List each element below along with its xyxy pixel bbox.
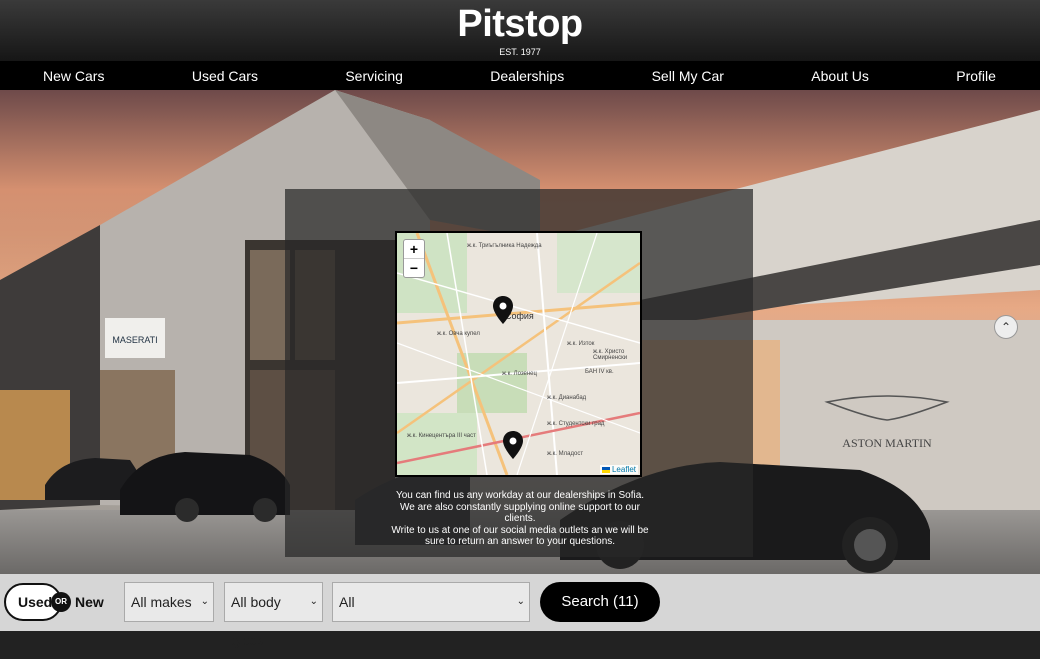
nav-sell-my-car[interactable]: Sell My Car: [652, 68, 724, 84]
makes-select-value: All makes: [131, 594, 192, 610]
aston-martin-sign: ASTON MARTIN: [842, 436, 932, 450]
search-button[interactable]: Search (11): [540, 582, 660, 622]
ukraine-flag-icon: [601, 466, 610, 473]
body-types-select-value: All body types: [231, 594, 281, 648]
map-marker-icon[interactable]: [493, 296, 513, 324]
nav-profile[interactable]: Profile: [956, 68, 996, 84]
info-line: Write to us at one of our social media o…: [391, 524, 649, 548]
zoom-in-button[interactable]: +: [404, 240, 424, 258]
map-district-label: ж.к. Младост: [547, 451, 584, 457]
established-tagline: EST. 1977: [499, 47, 541, 57]
attribution-text[interactable]: Leaflet: [612, 465, 636, 474]
map-district-label: ж.к. Триъгълника Надежда: [467, 243, 542, 249]
nav-servicing[interactable]: Servicing: [345, 68, 403, 84]
main-nav: New Cars Used Cars Servicing Dealerships…: [0, 61, 1040, 90]
chevron-down-icon: ⌄: [516, 596, 525, 607]
map-district-label: ж.к. Изток: [567, 341, 595, 347]
map-attribution-link[interactable]: Leaflet: [599, 465, 638, 474]
zoom-out-button[interactable]: −: [404, 258, 424, 277]
site-logo[interactable]: Pitstop: [0, 0, 1040, 46]
chevron-down-icon: ⌄: [309, 596, 318, 607]
car-search-bar: Used OR New All makes ⌄ All body types ⌄…: [0, 574, 1040, 648]
double-chevron-up-icon: ⌃: [1000, 320, 1012, 334]
models-select[interactable]: All ⌄: [332, 582, 530, 622]
map-district-label: ж.к. Христо Смирненски: [593, 349, 628, 361]
map-district-label: БАН IV кв.: [585, 369, 614, 375]
site-header: Pitstop EST. 1977: [0, 0, 1040, 61]
map-district-label: ж.к. Лозенец: [502, 371, 537, 377]
chevron-down-icon: ⌄: [200, 596, 209, 607]
models-select-value: All: [339, 594, 355, 610]
nav-about-us[interactable]: About Us: [811, 68, 869, 84]
nav-used-cars[interactable]: Used Cars: [192, 68, 258, 84]
info-line: We are also constantly supplying online …: [400, 501, 640, 525]
nav-new-cars[interactable]: New Cars: [43, 68, 104, 84]
map-zoom-controls: + −: [403, 239, 425, 278]
map-district-label: ж.к. Овча купел: [437, 331, 480, 337]
scroll-to-top-button[interactable]: ⌃: [994, 315, 1018, 339]
makes-select[interactable]: All makes ⌄: [124, 582, 214, 622]
body-types-select[interactable]: All body types ⌄: [224, 582, 323, 648]
map-marker-icon[interactable]: [503, 431, 523, 459]
toggle-new-label[interactable]: New: [75, 594, 104, 610]
maserati-sign: MASERATI: [112, 335, 157, 345]
map-district-label: ж.к. Студентски град: [547, 421, 605, 427]
toggle-used-label[interactable]: Used: [18, 594, 52, 610]
nav-dealerships[interactable]: Dealerships: [490, 68, 564, 84]
map-district-label: ж.к. Кинецентъра III част: [407, 433, 476, 439]
dealership-map[interactable]: + − София ж.к. Триъгълника Надежда ж.к. …: [395, 231, 642, 477]
toggle-or-badge: OR: [51, 592, 71, 612]
map-district-label: ж.к. Дианабад: [547, 395, 587, 401]
contact-info-text: You can find us any workday at our deale…: [385, 490, 655, 548]
info-line: You can find us any workday at our deale…: [395, 490, 645, 501]
